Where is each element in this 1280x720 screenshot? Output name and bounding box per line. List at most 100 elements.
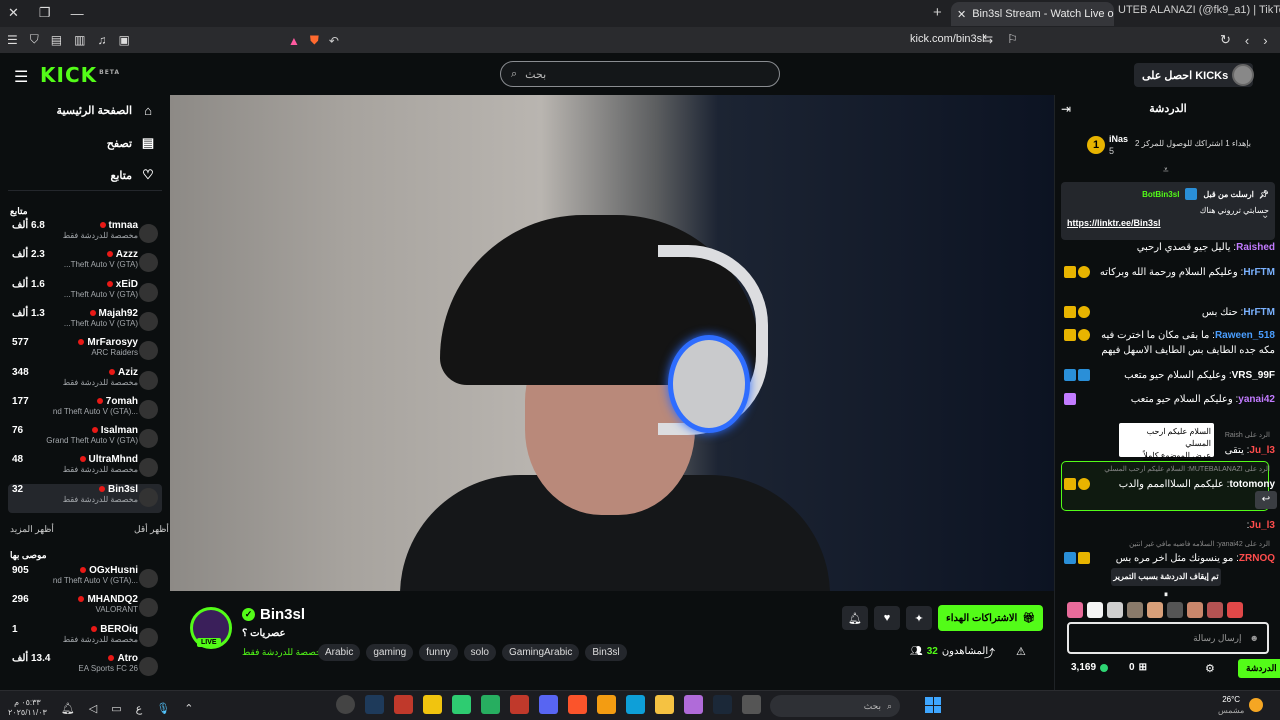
app-xbox-icon[interactable] — [481, 695, 500, 714]
chat-username[interactable]: totomony — [1229, 479, 1275, 490]
chat-message[interactable]: Ju_l3: — [1063, 518, 1275, 533]
screenshot-icon[interactable]: ▣ — [118, 33, 129, 47]
app-obs-icon[interactable] — [336, 695, 355, 714]
volume-icon[interactable]: ◁ — [89, 702, 97, 715]
stream-tag[interactable]: Bin3sl — [585, 644, 627, 661]
chat-username[interactable]: ZRNOQ — [1239, 553, 1275, 564]
sidebar-channel-atro[interactable]: 13.4 ألف Atro EA Sports FC 26 — [8, 653, 162, 682]
search-input[interactable]: ⌕ بحث — [500, 61, 780, 87]
tab-tiktok[interactable]: UTEB ALANAZI (@fk9_a1) | TikTok(2) — [1118, 4, 1280, 16]
sidebar-item-home[interactable]: الصفحة الرئيسية ⌂ — [57, 103, 156, 118]
emote-man-icon[interactable] — [1147, 602, 1163, 618]
points-balance[interactable]: 0 ⊞ — [1129, 662, 1147, 673]
bookmark-icon[interactable]: ⚐ — [1007, 32, 1018, 46]
stream-tag[interactable]: solo — [463, 644, 496, 661]
sidebar-channel-mhandq2[interactable]: 296 MHANDQ2 VALORANT — [8, 594, 162, 623]
reply-icon[interactable]: ↩ — [1255, 491, 1277, 509]
sidebar-channel-7omah[interactable]: 177 7omah ...nd Theft Auto V (GTA) — [8, 396, 162, 425]
app-discord-icon[interactable] — [539, 695, 558, 714]
menu-icon[interactable]: ☰ — [7, 33, 18, 47]
stream-tag[interactable]: funny — [419, 644, 458, 661]
share-icon[interactable]: ⤴ — [984, 645, 995, 661]
share-link-icon[interactable]: ⇆ — [983, 32, 993, 46]
shield-icon[interactable]: ⛉ — [30, 32, 39, 47]
chevron-down-icon[interactable]: ⌄ — [1261, 210, 1269, 221]
language-indicator[interactable]: ع — [136, 702, 143, 715]
chat-message[interactable]: HrFTM: حنك بس — [1063, 305, 1275, 320]
hamburger-menu-icon[interactable]: ☰ — [14, 67, 28, 87]
kicks-balance[interactable]: 3,169 — [1071, 662, 1109, 673]
clock[interactable]: ٠٥:٣٣ م ٢٠٢٥/١١/٠٣ — [8, 698, 47, 718]
stream-tag[interactable]: gaming — [366, 644, 414, 661]
sidebar-channel-ogxhusni[interactable]: 905 OGxHusni ...nd Theft Auto V (GTA) — [8, 565, 162, 594]
chat-username[interactable]: yanai42 — [1238, 394, 1275, 405]
chat-username[interactable]: Ju_l3 — [1249, 445, 1275, 456]
sidebar-channel-isalman[interactable]: 76 Isalman Grand Theft Auto V (GTA) — [8, 425, 162, 454]
chat-message[interactable]: HrFTM: وعليكم السلام ورحمة الله وبركاته — [1063, 265, 1275, 280]
chevron-up-icon[interactable]: ⌃ — [184, 702, 193, 715]
app-taskview-icon[interactable] — [742, 695, 761, 714]
back-history-icon[interactable]: ↶ — [329, 34, 339, 48]
sidebar-item-following[interactable]: متابع ♡ — [111, 167, 156, 183]
chat-username[interactable]: VRS_99F — [1232, 370, 1275, 381]
stream-tag[interactable]: Arabic — [318, 644, 361, 661]
reload-icon[interactable]: ↻ — [1220, 32, 1231, 48]
chat-send-button[interactable]: الدردشة — [1238, 659, 1280, 678]
emoji-icon[interactable]: ☻ — [1250, 633, 1259, 643]
chat-username[interactable]: HrFTM — [1243, 307, 1275, 318]
video-player[interactable] — [170, 95, 1054, 591]
report-icon[interactable]: ⚠ — [1016, 645, 1026, 658]
chat-message[interactable]: yanai42: وعليكم السلام حيو متعب — [1063, 392, 1275, 407]
chat-username[interactable]: Raween_518 — [1215, 330, 1275, 341]
sidebar-channel-mrfarosyy[interactable]: 577 MrFarosyy ARC Raiders — [8, 337, 162, 366]
close-tab-icon[interactable]: ✕ — [957, 8, 966, 21]
app-edge-icon[interactable] — [626, 695, 645, 714]
chat-username[interactable]: HrFTM — [1243, 267, 1275, 278]
music-icon[interactable]: ♫ — [97, 33, 106, 47]
app-adobe-icon[interactable] — [510, 695, 529, 714]
brave-shield-icon[interactable]: ⛊ — [310, 33, 319, 48]
show-more-link[interactable]: أظهر المزيد — [10, 524, 54, 535]
chat-username[interactable]: Ju_l3 — [1249, 520, 1275, 531]
app-red-icon[interactable] — [394, 695, 413, 714]
tab-kick-stream[interactable]: ✕ Bin3sl Stream - Watch Live on K — [951, 2, 1114, 26]
emote-anime-icon[interactable] — [1187, 602, 1203, 618]
gift-subs-button[interactable]: الاشتراكات الهداء 🎁︎ — [938, 605, 1044, 631]
forward-icon[interactable]: › — [1263, 33, 1267, 48]
emote-dont-care-icon[interactable] — [1167, 602, 1183, 618]
chat-message[interactable]: ZRNOQ: مو ينسونك مثل اخر مره بس — [1063, 551, 1275, 566]
sidebar-icon[interactable]: ▥ — [74, 33, 85, 47]
chat-username[interactable]: Raished — [1236, 242, 1275, 253]
sidebar-channel-azzz[interactable]: 2.3 ألف Azzz Theft Auto V (GTA)... — [8, 249, 162, 278]
chat-message[interactable]: totomony: عليكمم السلاااممم والدب — [1063, 477, 1275, 492]
wallet-icon[interactable]: ▤ — [51, 33, 62, 47]
streamer-name[interactable]: ✓ Bin3sl — [242, 606, 305, 623]
chat-message[interactable]: Raished: ياليل جيو قصدي ارحبي — [1063, 240, 1275, 255]
minimize-window-icon[interactable]: — — [71, 6, 84, 21]
sidebar-channel-aziz[interactable]: 348 Aziz مخصصة للدردشة فقط — [8, 367, 162, 396]
follow-button[interactable]: ♥ — [874, 606, 900, 630]
tooltip-link[interactable]: عرض الموضوع كاملاً — [1122, 450, 1211, 462]
emote-ghost-icon[interactable] — [1107, 602, 1123, 618]
taskbar-search[interactable]: بحث ⌕ — [770, 695, 900, 717]
app-yellow-icon[interactable] — [423, 695, 442, 714]
back-icon[interactable]: ‹ — [1245, 33, 1249, 48]
weather-widget[interactable]: 26°C مشمس — [1218, 694, 1264, 716]
chat-paused-banner[interactable]: تم إيقاف الدردشة بسبب التمرير ⏸ — [1111, 568, 1221, 599]
collapse-arrow-icon[interactable]: ⩡ — [1163, 165, 1169, 176]
emote-dance-icon[interactable] — [1207, 602, 1223, 618]
sidebar-channel-beroiq[interactable]: 1 BEROiq مخصصة للدردشة فقط — [8, 624, 162, 653]
app-store-icon[interactable] — [597, 695, 616, 714]
new-tab-icon[interactable]: + — [933, 4, 942, 21]
emote-skull-icon[interactable] — [1087, 602, 1103, 618]
url-field[interactable]: kick.com/bin3sl — [910, 33, 985, 45]
sidebar-channel-ultramhnd[interactable]: 48 UltraMhnd مخصصة للدردشة فقط — [8, 454, 162, 483]
app-m365-icon[interactable] — [684, 695, 703, 714]
network-icon[interactable]: ▭ — [111, 702, 121, 715]
pinned-link[interactable]: https://linktr.ee/Bin3sl — [1067, 218, 1269, 228]
sidebar-channel-xeid[interactable]: 1.6 ألف xEiD Theft Auto V (GTA)... — [8, 279, 162, 308]
notification-icon[interactable]: 🔔︎ — [61, 702, 75, 715]
clip-button[interactable]: ✦ — [906, 606, 932, 630]
sidebar-item-browse[interactable]: تصفح ▤ — [107, 135, 156, 151]
brave-rewards-icon[interactable]: ▲ — [288, 34, 300, 48]
